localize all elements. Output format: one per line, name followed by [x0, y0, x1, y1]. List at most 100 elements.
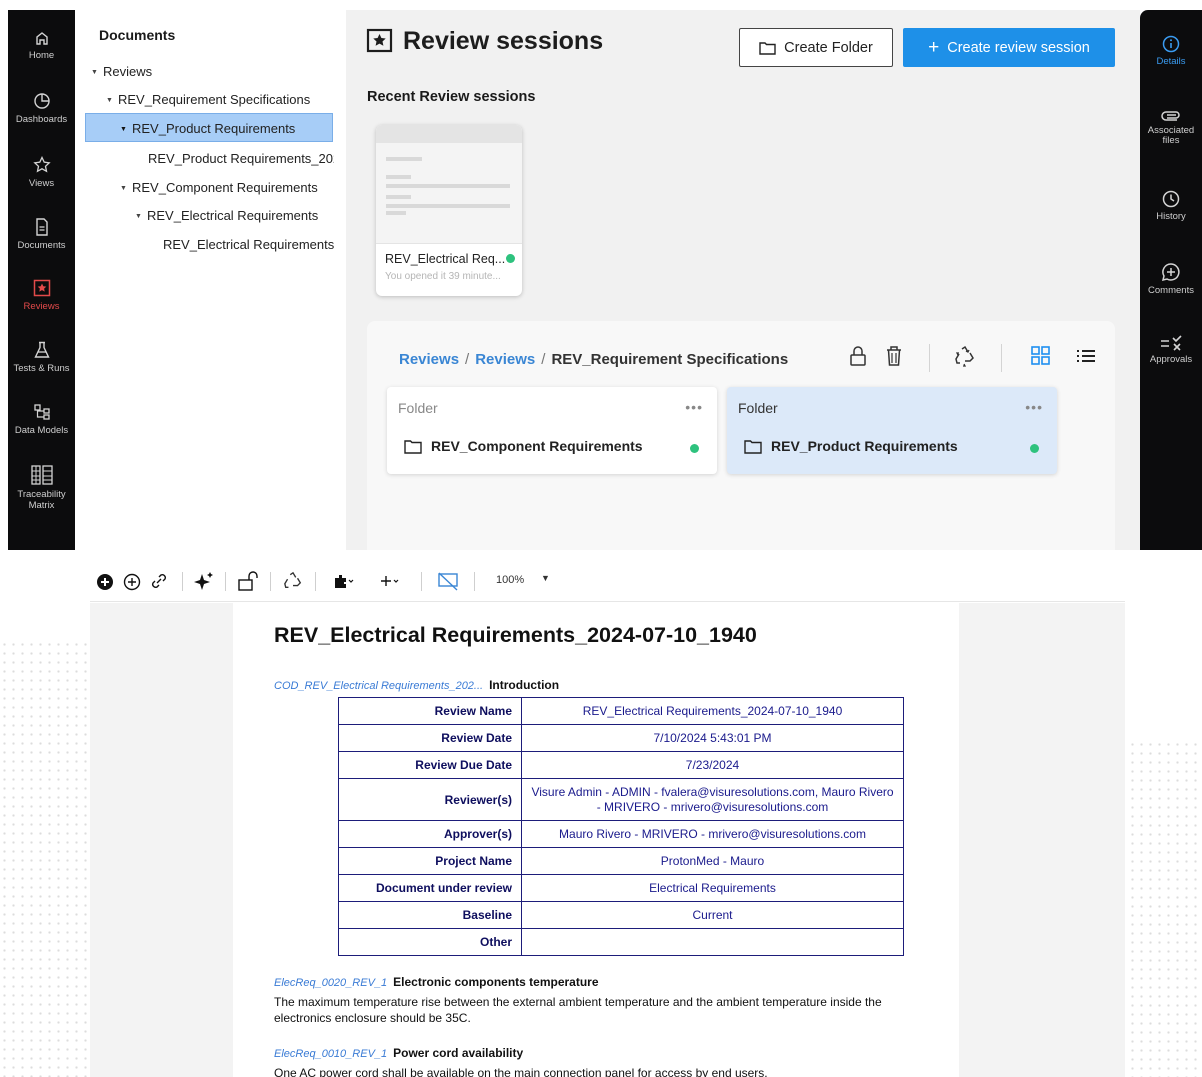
recycle-icon[interactable]: [283, 571, 303, 591]
breadcrumb-link-reviews-2[interactable]: Reviews: [475, 351, 535, 368]
page-title-text: Review sessions: [403, 27, 604, 55]
tree-item-component-requirements[interactable]: ▼ REV_Component Requirements: [120, 173, 341, 202]
nav-traceability-matrix[interactable]: Traceability Matrix: [8, 465, 75, 511]
paperclip-icon: [1161, 111, 1180, 121]
tree-title: Documents: [99, 27, 176, 43]
status-dot: [1030, 444, 1039, 453]
nav-label: Views: [28, 178, 55, 189]
zoom-level[interactable]: 100%: [496, 574, 524, 586]
caret-down-icon[interactable]: ▼: [91, 58, 103, 86]
puzzle-dropdown-icon[interactable]: [333, 573, 355, 589]
session-card-name: REV_Electrical Req...: [385, 252, 516, 266]
recycle-icon[interactable]: [954, 345, 976, 367]
right-details-nav: Details Associated files History Comment…: [1140, 10, 1202, 550]
rnav-associated-files[interactable]: Associated files: [1140, 108, 1202, 146]
unlock-icon[interactable]: [237, 571, 259, 591]
tree-item-electrical-requirements[interactable]: ▼ REV_Electrical Requirements: [135, 201, 341, 230]
list-view-icon[interactable]: [1076, 345, 1096, 367]
tree-item-label: Reviews: [103, 64, 153, 79]
chevron-down-icon[interactable]: ▼: [541, 573, 550, 583]
create-folder-label: Create Folder: [784, 39, 873, 56]
rnav-comments[interactable]: Comments: [1140, 262, 1202, 296]
rnav-approvals[interactable]: Approvals: [1140, 335, 1202, 365]
folder-name: REV_Component Requirements: [404, 438, 643, 454]
nav-documents[interactable]: Documents: [8, 218, 75, 251]
tree-item-label: REV_Electrical Requirements: [147, 208, 319, 223]
approvals-icon: [1161, 335, 1182, 351]
nav-dashboards[interactable]: Dashboards: [8, 92, 75, 125]
grid-view-icon[interactable]: [1031, 345, 1051, 367]
table-row: Other: [338, 928, 904, 956]
review-star-icon: [33, 279, 50, 297]
more-options-icon[interactable]: •••: [1025, 399, 1043, 415]
document-viewer: REV_Electrical Requirements_2024-07-10_1…: [90, 603, 1125, 1077]
caret-down-icon[interactable]: ▼: [120, 174, 132, 202]
breadcrumb: Reviews / Reviews / REV_Requirement Specific…: [399, 351, 789, 368]
table-row: Review Due Date 7/23/2024: [338, 751, 904, 779]
pie-chart-icon: [33, 93, 50, 109]
rnav-label: Comments: [1148, 285, 1194, 296]
nav-tests-runs[interactable]: Tests & Runs: [8, 341, 75, 374]
folder-name: REV_Product Requirements: [744, 438, 958, 454]
link-icon[interactable]: [150, 572, 168, 590]
breadcrumb-link-reviews[interactable]: Reviews: [399, 351, 459, 368]
requirement-title: Electronic components temperature: [393, 975, 599, 989]
section-code[interactable]: COD_REV_Electrical Requirements_202...: [274, 680, 483, 692]
recent-sessions-title: Recent Review sessions: [367, 89, 536, 105]
review-info-table: Review Name REV_Electrical Requirements_2…: [338, 697, 904, 956]
nav-data-models[interactable]: Data Models: [8, 403, 75, 436]
folder-icon: [744, 439, 762, 454]
recent-session-card[interactable]: REV_Electrical Req... You opened it 39 m…: [376, 125, 522, 296]
nav-label: Data Models: [14, 425, 69, 436]
hierarchy-icon: [33, 404, 50, 420]
lock-icon[interactable]: [848, 345, 868, 367]
matrix-icon: [30, 465, 53, 485]
rnav-details[interactable]: Details: [1140, 35, 1202, 67]
requirement-code[interactable]: ElecReq_0020_REV_1: [274, 977, 387, 989]
rnav-label: History: [1156, 211, 1186, 222]
home-icon: [35, 32, 48, 45]
table-row: Document under review Electrical Requirem…: [338, 874, 904, 902]
tree-item-label: REV_Component Requirements: [132, 180, 318, 195]
caret-down-icon[interactable]: ▼: [120, 115, 132, 141]
requirement-text: One AC power cord shall be available on …: [274, 1066, 768, 1077]
tree-item-reviews[interactable]: ▼ Reviews: [91, 57, 341, 86]
nav-reviews[interactable]: Reviews: [8, 279, 75, 312]
add-circle-filled-icon[interactable]: [96, 573, 114, 591]
intro-section-heading: COD_REV_Electrical Requirements_202... In…: [274, 678, 559, 692]
nav-label: Reviews: [23, 301, 60, 312]
tree-item-label: REV_Requirement Specifications: [118, 92, 311, 107]
caret-down-icon[interactable]: ▼: [106, 86, 118, 114]
create-folder-button[interactable]: Create Folder: [739, 28, 893, 67]
requirement-heading: ElecReq_0020_REV_1 Electronic components …: [274, 975, 599, 989]
rnav-label: Details: [1156, 56, 1186, 67]
nav-views[interactable]: Views: [8, 156, 75, 189]
add-circle-icon[interactable]: [123, 573, 141, 591]
table-row: Reviewer(s) Visure Admin - ADMIN - fvaler…: [338, 778, 904, 821]
folder-card-product-requirements[interactable]: Folder ••• REV_Product Requirements: [727, 387, 1057, 474]
tree-item-requirement-specifications[interactable]: ▼ REV_Requirement Specifications: [106, 85, 341, 114]
tree-item-label: REV_Product Requirements: [132, 121, 296, 136]
hide-comments-icon[interactable]: [437, 571, 459, 591]
create-review-session-button[interactable]: + Create review session: [903, 28, 1115, 67]
tree-item-electrical-requirements-session[interactable]: REV_Electrical Requirements_: [163, 230, 334, 259]
more-options-icon[interactable]: •••: [685, 399, 703, 415]
add-dropdown-icon[interactable]: [380, 573, 400, 589]
table-row: Project Name ProtonMed - Mauro: [338, 847, 904, 875]
nav-label: Home: [28, 50, 55, 61]
caret-down-icon[interactable]: ▼: [135, 202, 147, 230]
rnav-history[interactable]: History: [1140, 190, 1202, 222]
trash-icon[interactable]: [885, 345, 903, 367]
tree-item-product-requirements-session[interactable]: REV_Product Requirements_202: [148, 144, 334, 173]
requirement-text: The maximum temperature rise between the…: [274, 995, 882, 1025]
comment-add-icon: [1161, 263, 1180, 282]
rnav-label: Approvals: [1149, 354, 1193, 365]
nav-label: Tests & Runs: [13, 363, 70, 374]
sparkle-icon[interactable]: [193, 571, 215, 591]
tree-item-product-requirements[interactable]: ▼ REV_Product Requirements: [85, 113, 333, 142]
flask-icon: [33, 341, 50, 358]
requirement-code[interactable]: ElecReq_0010_REV_1: [274, 1048, 387, 1060]
folder-card-component-requirements[interactable]: Folder ••• REV_Component Requirements: [387, 387, 717, 474]
nav-home[interactable]: Home: [8, 30, 75, 61]
status-dot: [690, 444, 699, 453]
